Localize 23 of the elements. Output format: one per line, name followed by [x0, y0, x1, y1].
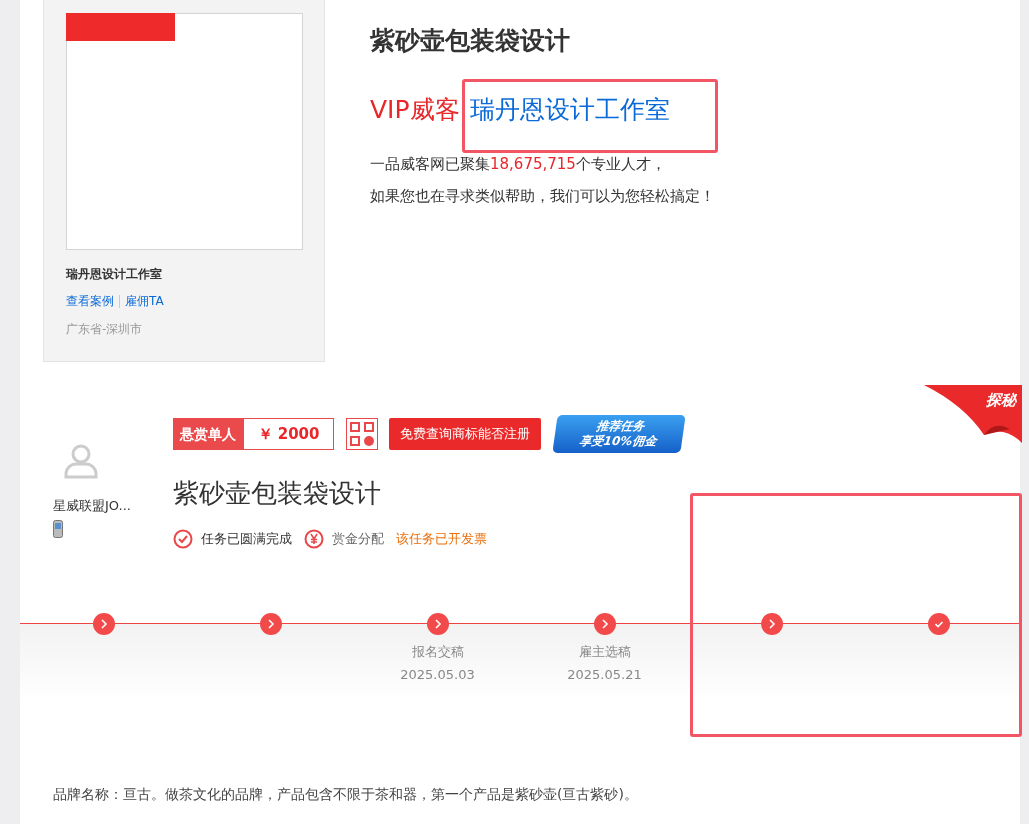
- trademark-query-button[interactable]: 免费查询商标能否注册: [389, 418, 541, 450]
- designer-link[interactable]: 查看案例: [66, 293, 114, 310]
- designer-name: 瑞丹恩设计工作室: [66, 266, 163, 283]
- status-label: 任务已圆满完成: [201, 530, 292, 548]
- vip-headline: VIP威客 瑞丹恩设计工作室: [370, 94, 671, 126]
- reward-amount: ￥ 2000: [243, 418, 334, 450]
- step-date: 2025.05.03: [400, 667, 475, 682]
- step-label: 报名交稿: [411, 643, 464, 661]
- promo-banner[interactable]: 推荐任务 享受10%佣金: [552, 415, 686, 453]
- help-sentence: 如果您也在寻求类似帮助，我们可以为您轻松搞定！: [370, 186, 715, 207]
- status-label: 该任务已开发票: [396, 530, 487, 548]
- step-label: 雇主选稿: [578, 643, 631, 661]
- step-date: 2025.05.21: [567, 667, 642, 682]
- task-mode-tag: 悬赏单人: [173, 418, 243, 450]
- talent-sentence: 一品威客网已聚集18,675,715个专业人才，: [370, 154, 667, 175]
- task-title: 紫砂壶包装袋设计: [173, 477, 382, 510]
- designer-location: 广东省-深圳市: [66, 321, 144, 338]
- designer-link[interactable]: 雇佣TA: [125, 293, 164, 310]
- employer-name: 星威联盟JO...: [53, 497, 132, 515]
- task-heading: 紫砂壶包装袋设计: [370, 25, 571, 57]
- corner-ribbon[interactable]: 探秘: [924, 385, 1022, 445]
- brand-description: 品牌名称：亘古。做茶文化的品牌，产品包含不限于茶和器，第一个产品是紫砂壶(亘古紫砂)。: [53, 786, 639, 804]
- status-label: 赏金分配: [332, 530, 384, 548]
